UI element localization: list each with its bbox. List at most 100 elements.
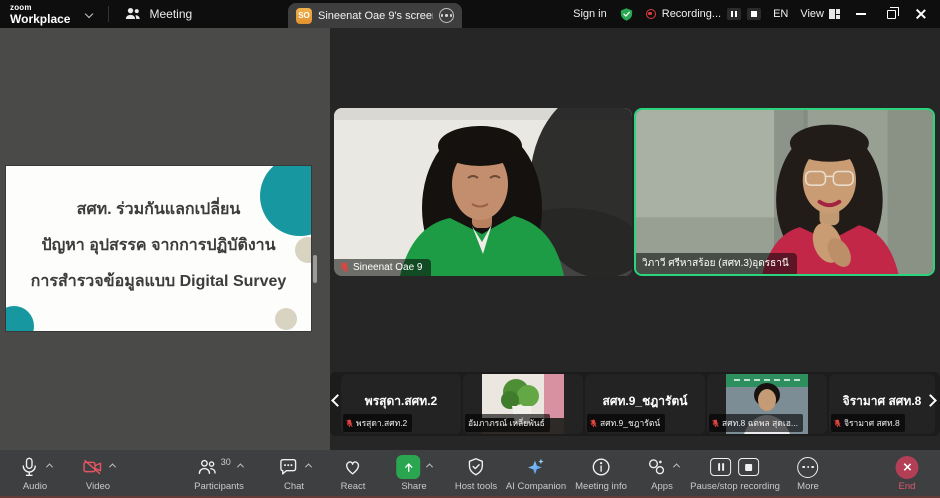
participants-count: 30 [221, 457, 231, 467]
audio-label: Audio [23, 481, 47, 492]
scrollbar-thumb[interactable] [313, 255, 317, 283]
ai-companion-button[interactable]: AI Companion [506, 455, 566, 492]
meeting-tab-label: Meeting [149, 7, 192, 21]
share-label: Share [401, 481, 426, 492]
participants-filmstrip: พรสุดา.สศท.2 พรสุดา.สศท.2 [330, 372, 940, 436]
close-button[interactable] [912, 4, 930, 24]
minimize-button[interactable] [852, 4, 870, 24]
video-tile-active-speaker[interactable]: วิภาวี ศรีหาสร้อย (สศท.3)อุดรธานี [634, 108, 935, 276]
restore-button[interactable] [882, 4, 900, 24]
pause-recording-icon[interactable] [711, 458, 732, 476]
meeting-info-label: Meeting info [575, 481, 627, 492]
apps-label: Apps [651, 481, 673, 492]
shield-icon [465, 456, 487, 478]
share-options-chevron[interactable] [426, 464, 432, 470]
apps-options-chevron[interactable] [673, 464, 679, 470]
chat-options-chevron[interactable] [305, 464, 311, 470]
filmstrip-tile[interactable]: จิรามาศ สศท.8 จิรามาศ สศท.8 [829, 374, 935, 434]
recording-indicator-icon [646, 9, 656, 19]
pause-recording-button[interactable] [727, 8, 741, 20]
webcam-video [334, 108, 632, 276]
minimize-icon [856, 13, 866, 15]
video-options-chevron[interactable] [109, 464, 115, 470]
recording-status: Recording... [646, 8, 761, 20]
slide-line-3: การสำรวจข้อมูลแบบ Digital Survey [31, 264, 287, 300]
tile-name-tag: จิรามาศ สศท.8 [831, 414, 905, 432]
security-shield-icon[interactable] [619, 7, 634, 22]
main-area: สศท. ร่วมกันแลกเปลี่ยน ปัญหา อุปสรรค จาก… [0, 28, 940, 450]
participants-options-chevron[interactable] [237, 464, 243, 470]
close-icon [916, 9, 926, 19]
tile-name-tag: อัมภาภรณ์ เหลี่ยพันธ์ [465, 414, 550, 432]
participants-icon [196, 456, 218, 478]
pause-stop-label: Pause/stop recording [690, 481, 780, 492]
meeting-toolbar: Audio Video 30 Participants Chat [0, 450, 940, 498]
participants-button[interactable]: 30 Participants [194, 455, 244, 492]
react-button[interactable]: React [341, 455, 366, 492]
restore-icon [887, 10, 896, 19]
muted-mic-icon [346, 419, 353, 428]
title-bar: zoom Workplace Meeting SO Sineenat Oae 9… [0, 0, 940, 28]
view-label: View [800, 8, 824, 20]
more-icon [798, 457, 819, 478]
muted-mic-icon [712, 419, 719, 428]
logo-workplace-text: Workplace [10, 13, 70, 25]
filmstrip-tile[interactable]: อัมภาภรณ์ เหลี่ยพันธ์ [463, 374, 583, 434]
apps-button[interactable]: Apps [645, 455, 679, 492]
slide-title-text: สศท. ร่วมกันแลกเปลี่ยน ปัญหา อุปสรรค จาก… [6, 166, 311, 331]
meeting-info-button[interactable]: Meeting info [575, 455, 627, 492]
filmstrip-tile[interactable]: สศท.8 ฉตพล สุดเฮ... [707, 374, 827, 434]
info-icon [590, 456, 612, 478]
video-button[interactable]: Video [81, 455, 115, 492]
participant-name-tag: วิภาวี ศรีหาสร้อย (สศท.3)อุดรธานี [636, 253, 797, 274]
end-meeting-button[interactable]: End [896, 455, 919, 492]
end-label: End [899, 481, 916, 492]
presentation-slide: สศท. ร่วมกันแลกเปลี่ยน ปัญหา อุปสรรค จาก… [6, 166, 311, 331]
apps-icon [645, 456, 667, 478]
host-tools-button[interactable]: Host tools [455, 455, 497, 492]
chat-button[interactable]: Chat [277, 455, 311, 492]
tab-meeting[interactable]: Meeting [123, 4, 192, 24]
people-icon [123, 4, 143, 24]
stop-recording-button[interactable] [747, 8, 761, 20]
end-call-icon [896, 456, 919, 479]
chevron-down-icon[interactable] [85, 10, 93, 18]
sign-in-button[interactable]: Sign in [573, 8, 607, 20]
filmstrip-tile[interactable]: สศท.9_ชฎารัตน์ สศท.9_ชฎารัตน์ [585, 374, 705, 434]
ai-sparkle-icon [525, 456, 547, 478]
tile-name-tag: สศท.8 ฉตพล สุดเฮ... [709, 414, 803, 432]
stop-recording-icon[interactable] [739, 458, 760, 476]
tile-name: สศท.8 ฉตพล สุดเฮ... [722, 416, 798, 430]
webcam-video [636, 110, 933, 274]
video-off-icon [81, 456, 103, 478]
tile-name-tag: พรสุดา.สศท.2 [343, 414, 412, 432]
avatar: SO [296, 8, 312, 24]
filmstrip-tile[interactable]: พรสุดา.สศท.2 พรสุดา.สศท.2 [341, 374, 461, 434]
share-button[interactable]: Share [396, 455, 432, 492]
filmstrip-next-button[interactable] [926, 396, 935, 405]
participant-name-tag: Sineenat Oae 9 [334, 259, 431, 276]
tile-name: สศท.9_ชฎารัตน์ [600, 416, 660, 430]
tile-name: อัมภาภรณ์ เหลี่ยพันธ์ [468, 416, 545, 430]
react-label: React [341, 481, 366, 492]
pause-stop-recording-button[interactable]: Pause/stop recording [690, 455, 780, 492]
share-screen-icon [396, 455, 420, 479]
zoom-meeting-window: zoom Workplace Meeting SO Sineenat Oae 9… [0, 0, 940, 498]
participant-name: วิภาวี ศรีหาสร้อย (สศท.3)อุดรธานี [642, 256, 789, 271]
language-button[interactable]: EN [773, 8, 788, 20]
tile-name: พรสุดา.สศท.2 [356, 416, 407, 430]
tile-name-tag: สศท.9_ชฎารัตน์ [587, 414, 665, 432]
shared-screen-content: สศท. ร่วมกันแลกเปลี่ยน ปัญหา อุปสรรค จาก… [0, 28, 330, 450]
chat-label: Chat [284, 481, 304, 492]
view-button[interactable]: View [800, 8, 840, 20]
more-button[interactable]: More [797, 455, 819, 492]
video-label: Video [86, 481, 110, 492]
tab-shared-screen[interactable]: SO Sineenat Oae 9's screen [288, 3, 462, 28]
ellipsis-icon [441, 14, 452, 16]
audio-button[interactable]: Audio [18, 455, 52, 492]
tab-options-button[interactable] [439, 8, 454, 23]
slide-line-1: สศท. ร่วมกันแลกเปลี่ยน [77, 192, 241, 228]
audio-options-chevron[interactable] [46, 464, 52, 470]
video-tile-sineenat[interactable]: Sineenat Oae 9 [334, 108, 632, 276]
slide-line-2: ปัญหา อุปสรรค จากการปฏิบัติงาน [41, 228, 275, 264]
